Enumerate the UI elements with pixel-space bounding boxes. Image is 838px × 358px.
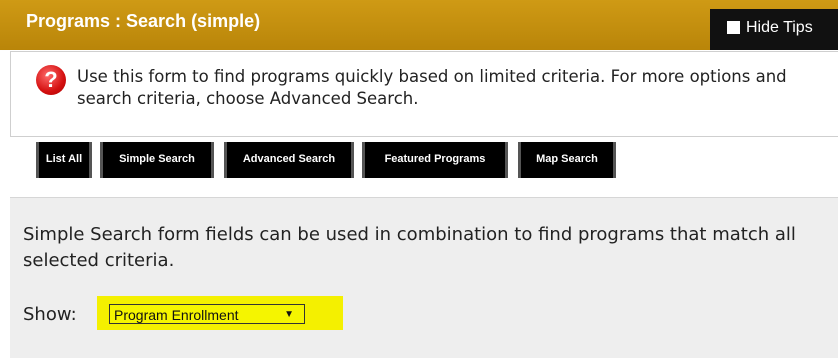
tab-featured-programs[interactable]: Featured Programs bbox=[362, 142, 508, 178]
tab-advanced-search[interactable]: Advanced Search bbox=[224, 142, 354, 178]
page-header: Programs : Search (simple) Hide Tips bbox=[0, 0, 838, 50]
show-select[interactable]: Program Enrollment ▼ bbox=[109, 304, 305, 324]
tab-list-all[interactable]: List All bbox=[36, 142, 92, 178]
tip-text: Use this form to find programs quickly b… bbox=[77, 67, 787, 108]
tab-map-search[interactable]: Map Search bbox=[518, 142, 616, 178]
hide-tips-button[interactable]: Hide Tips bbox=[710, 9, 838, 50]
dropdown-arrow-icon: ▼ bbox=[284, 309, 294, 320]
show-label: Show: bbox=[23, 304, 77, 325]
tip-box: ? Use this form to find programs quickly… bbox=[10, 51, 838, 137]
question-icon: ? bbox=[36, 65, 66, 95]
tab-simple-search[interactable]: Simple Search bbox=[100, 142, 214, 178]
page-title: Programs : Search (simple) bbox=[26, 11, 261, 31]
search-panel: Simple Search form fields can be used in… bbox=[10, 197, 838, 358]
panel-description: Simple Search form fields can be used in… bbox=[23, 224, 796, 271]
show-select-value: Program Enrollment bbox=[114, 307, 239, 323]
hide-tips-label: Hide Tips bbox=[746, 19, 813, 36]
checkbox-icon[interactable] bbox=[727, 21, 740, 34]
